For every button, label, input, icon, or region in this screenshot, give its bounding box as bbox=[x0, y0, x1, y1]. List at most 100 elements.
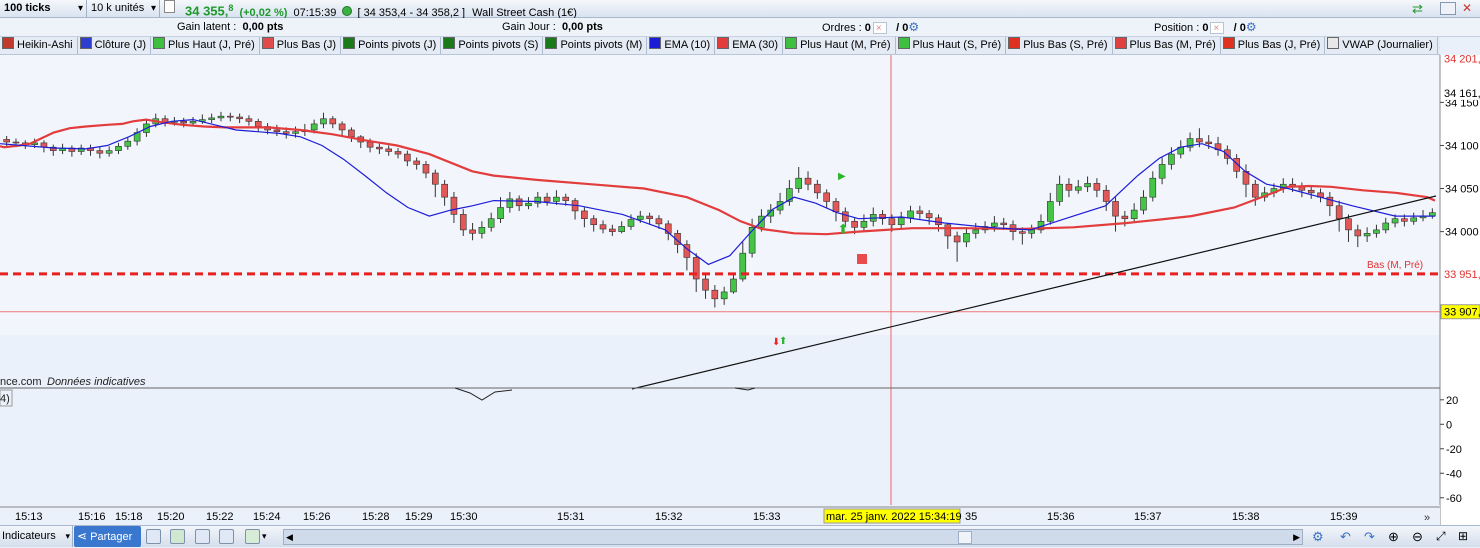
candle-body[interactable] bbox=[376, 147, 382, 149]
candle-body[interactable] bbox=[1196, 139, 1202, 142]
candle-body[interactable] bbox=[1168, 154, 1174, 164]
candle-body[interactable] bbox=[591, 219, 597, 225]
multi-chart-icon[interactable] bbox=[195, 529, 210, 544]
color-bars-icon[interactable] bbox=[170, 529, 185, 544]
candle-body[interactable] bbox=[1355, 230, 1361, 236]
candle-body[interactable] bbox=[190, 121, 196, 123]
candle-body[interactable] bbox=[553, 197, 559, 201]
candle-body[interactable] bbox=[926, 214, 932, 218]
orders-settings-icon[interactable]: ⚙ bbox=[908, 20, 919, 34]
candle-body[interactable] bbox=[600, 225, 606, 229]
time-scrollbar[interactable]: ◀ ▶ bbox=[283, 529, 1303, 545]
candle-body[interactable] bbox=[386, 149, 392, 152]
zoom-out-icon[interactable]: ⊖ bbox=[1412, 526, 1428, 547]
candle-body[interactable] bbox=[647, 216, 653, 219]
legend-item[interactable]: Points pivots (J) bbox=[341, 37, 441, 54]
candle-body[interactable] bbox=[330, 119, 336, 124]
candle-body[interactable] bbox=[498, 207, 504, 218]
candle-body[interactable] bbox=[637, 216, 643, 219]
share-button[interactable]: ⋖ Partager bbox=[74, 526, 141, 547]
candle-body[interactable] bbox=[1383, 223, 1389, 230]
draw-tool-icon[interactable] bbox=[245, 529, 260, 544]
candle-body[interactable] bbox=[544, 197, 550, 201]
legend-item[interactable]: Heikin-Ashi bbox=[0, 37, 78, 54]
candle-body[interactable] bbox=[423, 164, 429, 173]
candle-body[interactable] bbox=[861, 221, 867, 227]
candle-body[interactable] bbox=[1206, 142, 1212, 144]
candle-body[interactable] bbox=[367, 142, 373, 147]
candle-body[interactable] bbox=[293, 132, 299, 134]
tool-more-icon[interactable]: ▾ bbox=[262, 526, 274, 547]
candle-body[interactable] bbox=[283, 132, 289, 134]
candle-body[interactable] bbox=[945, 225, 951, 236]
candle-body[interactable] bbox=[1336, 206, 1342, 219]
refresh-icon[interactable]: ⇄ bbox=[1412, 0, 1432, 17]
legend-item[interactable]: Plus Bas (M, Pré) bbox=[1113, 37, 1221, 54]
candle-body[interactable] bbox=[1159, 164, 1165, 178]
legend-item[interactable]: Plus Haut (S, Pré) bbox=[896, 37, 1007, 54]
candle-body[interactable] bbox=[97, 151, 103, 154]
candle-body[interactable] bbox=[1066, 184, 1072, 190]
candle-body[interactable] bbox=[432, 173, 438, 184]
legend-item[interactable]: Plus Bas (J, Pré) bbox=[1221, 37, 1326, 54]
candle-body[interactable] bbox=[442, 184, 448, 197]
candle-body[interactable] bbox=[525, 203, 531, 206]
candle-body[interactable] bbox=[320, 119, 326, 124]
candle-body[interactable] bbox=[619, 226, 625, 231]
candle-body[interactable] bbox=[693, 257, 699, 279]
candle-body[interactable] bbox=[1113, 201, 1119, 216]
candle-body[interactable] bbox=[516, 199, 522, 206]
candle-body[interactable] bbox=[842, 212, 848, 221]
price-chart[interactable]: ▶⬆⬇⬆ 34 15034 10034 05034 00034 201,34 1… bbox=[0, 55, 1480, 525]
candle-body[interactable] bbox=[218, 116, 224, 118]
candle-body[interactable] bbox=[1131, 210, 1137, 219]
candle-body[interactable] bbox=[209, 118, 215, 120]
undo-icon[interactable]: ↶ bbox=[1340, 526, 1356, 547]
candle-body[interactable] bbox=[1122, 216, 1128, 219]
scroll-thumb[interactable] bbox=[958, 531, 972, 544]
position-close-icon[interactable] bbox=[1210, 22, 1224, 34]
scroll-left-icon[interactable]: ◀ bbox=[286, 530, 293, 544]
candle-body[interactable] bbox=[563, 197, 569, 200]
candle-body[interactable] bbox=[1401, 219, 1407, 222]
candle-body[interactable] bbox=[1373, 230, 1379, 233]
candle-body[interactable] bbox=[1140, 197, 1146, 210]
candle-body[interactable] bbox=[908, 211, 914, 218]
layout-icon[interactable] bbox=[219, 529, 234, 544]
candle-body[interactable] bbox=[13, 142, 19, 143]
candle-body[interactable] bbox=[991, 223, 997, 226]
candle-body[interactable] bbox=[339, 124, 345, 130]
candle-body[interactable] bbox=[963, 233, 969, 242]
candle-body[interactable] bbox=[805, 178, 811, 184]
candle-body[interactable] bbox=[488, 219, 494, 228]
candle-body[interactable] bbox=[1085, 183, 1091, 186]
candle-body[interactable] bbox=[237, 117, 243, 119]
indicators-button[interactable]: Indicateurs▾ bbox=[0, 526, 73, 547]
candle-body[interactable] bbox=[1411, 218, 1417, 221]
candle-body[interactable] bbox=[973, 230, 979, 233]
legend-item[interactable]: Plus Bas (S, Pré) bbox=[1006, 37, 1112, 54]
candle-body[interactable] bbox=[1364, 233, 1370, 236]
candle-body[interactable] bbox=[1075, 187, 1081, 190]
candle-body[interactable] bbox=[889, 219, 895, 225]
add-chart-icon[interactable] bbox=[146, 529, 161, 544]
candle-body[interactable] bbox=[917, 211, 923, 214]
candle-body[interactable] bbox=[824, 193, 830, 202]
candle-body[interactable] bbox=[115, 146, 121, 150]
candle-body[interactable] bbox=[1345, 219, 1351, 230]
candle-body[interactable] bbox=[227, 116, 233, 117]
candle-body[interactable] bbox=[721, 292, 727, 299]
candle-body[interactable] bbox=[1001, 223, 1007, 225]
legend-item[interactable]: Points pivots (M) bbox=[543, 37, 647, 54]
candle-body[interactable] bbox=[1019, 232, 1025, 234]
zoom-in-icon[interactable]: ⊕ bbox=[1388, 526, 1404, 547]
ticks-dropdown[interactable]: 100 ticks bbox=[0, 0, 87, 17]
candle-body[interactable] bbox=[395, 151, 401, 154]
candle-body[interactable] bbox=[1252, 184, 1258, 197]
candle-body[interactable] bbox=[125, 141, 131, 146]
zoom-fit-icon[interactable]: ⤢ bbox=[1436, 526, 1452, 547]
candle-body[interactable] bbox=[814, 184, 820, 193]
units-dropdown[interactable]: 10 k unités bbox=[87, 0, 160, 17]
candle-body[interactable] bbox=[1094, 183, 1100, 190]
candle-body[interactable] bbox=[1047, 201, 1053, 221]
